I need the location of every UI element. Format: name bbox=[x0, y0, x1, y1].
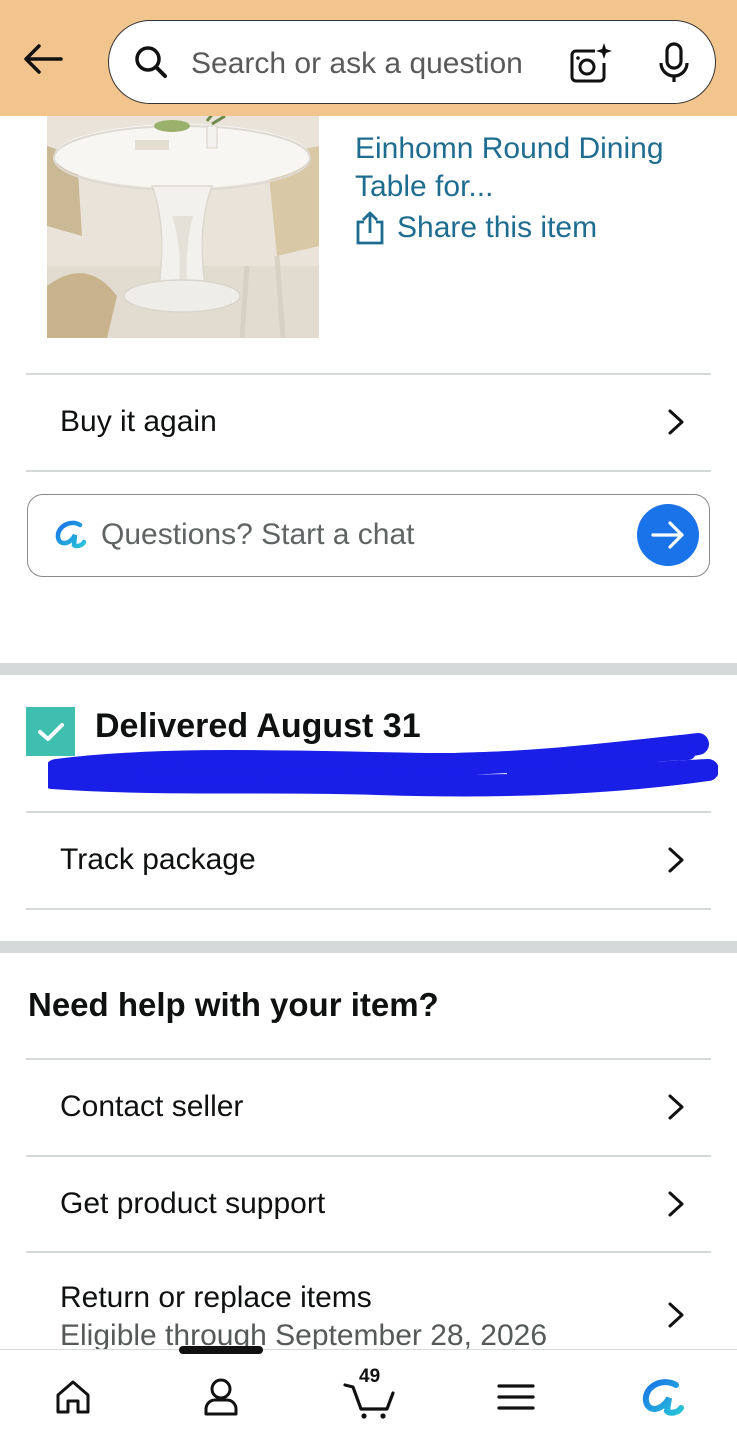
product-support-row[interactable]: Get product support bbox=[26, 1156, 711, 1252]
back-button[interactable] bbox=[18, 36, 68, 82]
divider bbox=[26, 470, 711, 472]
search-input[interactable] bbox=[189, 41, 563, 87]
cart-count-badge: 49 bbox=[359, 1366, 381, 1387]
arrow-right-icon bbox=[651, 521, 684, 549]
dining-table-photo bbox=[47, 116, 319, 338]
menu-icon bbox=[497, 1384, 535, 1410]
account-icon bbox=[204, 1378, 238, 1416]
search-bar[interactable] bbox=[108, 20, 716, 104]
product-support-label: Get product support bbox=[60, 1187, 326, 1220]
chat-send-button[interactable] bbox=[637, 504, 699, 566]
track-package-label: Track package bbox=[60, 843, 256, 876]
contact-seller-label: Contact seller bbox=[60, 1090, 244, 1123]
chat-input-box[interactable]: Questions? Start a chat bbox=[27, 494, 710, 577]
contact-seller-row[interactable]: Contact seller bbox=[26, 1059, 711, 1155]
return-replace-label: Return or replace items bbox=[60, 1281, 372, 1314]
nav-account[interactable] bbox=[191, 1372, 251, 1422]
share-icon bbox=[356, 211, 384, 245]
rufus-icon bbox=[642, 1379, 684, 1416]
product-title-link[interactable]: Einhomn Round Dining Table for... bbox=[355, 130, 715, 206]
chevron-right-icon bbox=[668, 1191, 684, 1217]
return-replace-row[interactable]: Return or replace items Eligible through… bbox=[26, 1253, 711, 1352]
chevron-right-icon bbox=[668, 409, 684, 435]
buy-again-row[interactable]: Buy it again bbox=[26, 374, 711, 470]
chevron-right-icon bbox=[668, 1094, 684, 1120]
help-section-title: Need help with your item? bbox=[28, 986, 439, 1023]
search-icon bbox=[135, 46, 167, 78]
nav-menu[interactable] bbox=[486, 1372, 546, 1422]
section-separator bbox=[0, 941, 737, 953]
track-package-row[interactable]: Track package bbox=[26, 812, 711, 908]
section-separator bbox=[0, 663, 737, 675]
rufus-logo-icon bbox=[55, 520, 86, 549]
divider bbox=[26, 908, 711, 910]
bottom-navigation: 49 bbox=[0, 1346, 737, 1441]
return-eligibility-text: Eligible through September 28, 2026 bbox=[60, 1319, 548, 1352]
nav-home[interactable] bbox=[43, 1372, 103, 1422]
nav-cart[interactable]: 49 bbox=[337, 1366, 401, 1422]
share-item-label: Share this item bbox=[397, 211, 598, 244]
product-image[interactable] bbox=[47, 116, 319, 338]
active-tab-indicator bbox=[179, 1346, 263, 1354]
redaction-scribble bbox=[48, 733, 718, 797]
camera-lens-icon[interactable] bbox=[567, 41, 613, 85]
buy-again-label: Buy it again bbox=[60, 405, 217, 438]
nav-rufus[interactable] bbox=[632, 1372, 692, 1422]
microphone-icon[interactable] bbox=[657, 41, 691, 85]
chevron-right-icon bbox=[668, 847, 684, 873]
home-icon bbox=[56, 1380, 90, 1414]
back-arrow-icon bbox=[24, 44, 63, 74]
chevron-right-icon bbox=[668, 1302, 684, 1328]
chat-placeholder: Questions? Start a chat bbox=[101, 518, 415, 551]
share-item-button[interactable]: Share this item bbox=[355, 210, 597, 246]
